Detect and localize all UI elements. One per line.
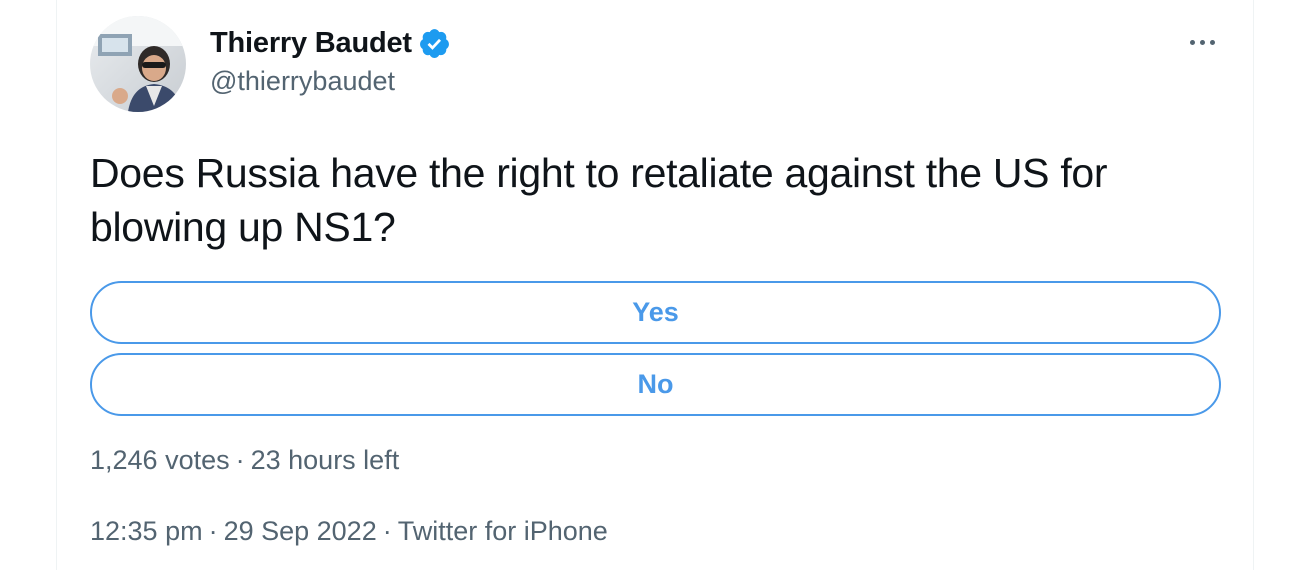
more-options-icon[interactable] bbox=[1182, 30, 1222, 54]
author-handle[interactable]: @thierrybaudet bbox=[210, 66, 451, 97]
tweet-source[interactable]: Twitter for iPhone bbox=[398, 516, 608, 546]
author-display-name[interactable]: Thierry Baudet bbox=[210, 27, 412, 60]
poll-time-left: 23 hours left bbox=[250, 445, 400, 475]
more-dot bbox=[1209, 39, 1215, 45]
author-block: Thierry Baudet @thierrybaudet bbox=[210, 24, 451, 97]
verified-badge-icon bbox=[418, 27, 451, 60]
card-border-left bbox=[56, 0, 57, 570]
poll-vote-count: 1,246 votes bbox=[90, 445, 230, 475]
tweet-time[interactable]: 12:35 pm bbox=[90, 516, 203, 546]
card-border-right bbox=[1253, 0, 1254, 570]
poll-option-yes[interactable]: Yes bbox=[90, 281, 1221, 344]
more-dot bbox=[1199, 39, 1205, 45]
poll-meta: 1,246 votes · 23 hours left bbox=[90, 445, 399, 476]
poll-meta-separator: · bbox=[235, 445, 245, 475]
tweet-meta: 12:35 pm · 29 Sep 2022 · Twitter for iPhone bbox=[90, 516, 608, 547]
meta-separator: · bbox=[382, 516, 392, 546]
tweet-text: Does Russia have the right to retaliate … bbox=[90, 150, 1108, 250]
poll: Yes No bbox=[90, 281, 1221, 425]
meta-separator: · bbox=[208, 516, 218, 546]
tweet-card: Thierry Baudet @thierrybaudet Does Russi… bbox=[0, 0, 1310, 570]
avatar[interactable] bbox=[90, 16, 186, 112]
more-dot bbox=[1189, 39, 1195, 45]
tweet-date[interactable]: 29 Sep 2022 bbox=[224, 516, 377, 546]
avatar-photo-icon bbox=[90, 16, 186, 112]
name-row: Thierry Baudet bbox=[210, 24, 451, 62]
poll-option-no[interactable]: No bbox=[90, 353, 1221, 416]
